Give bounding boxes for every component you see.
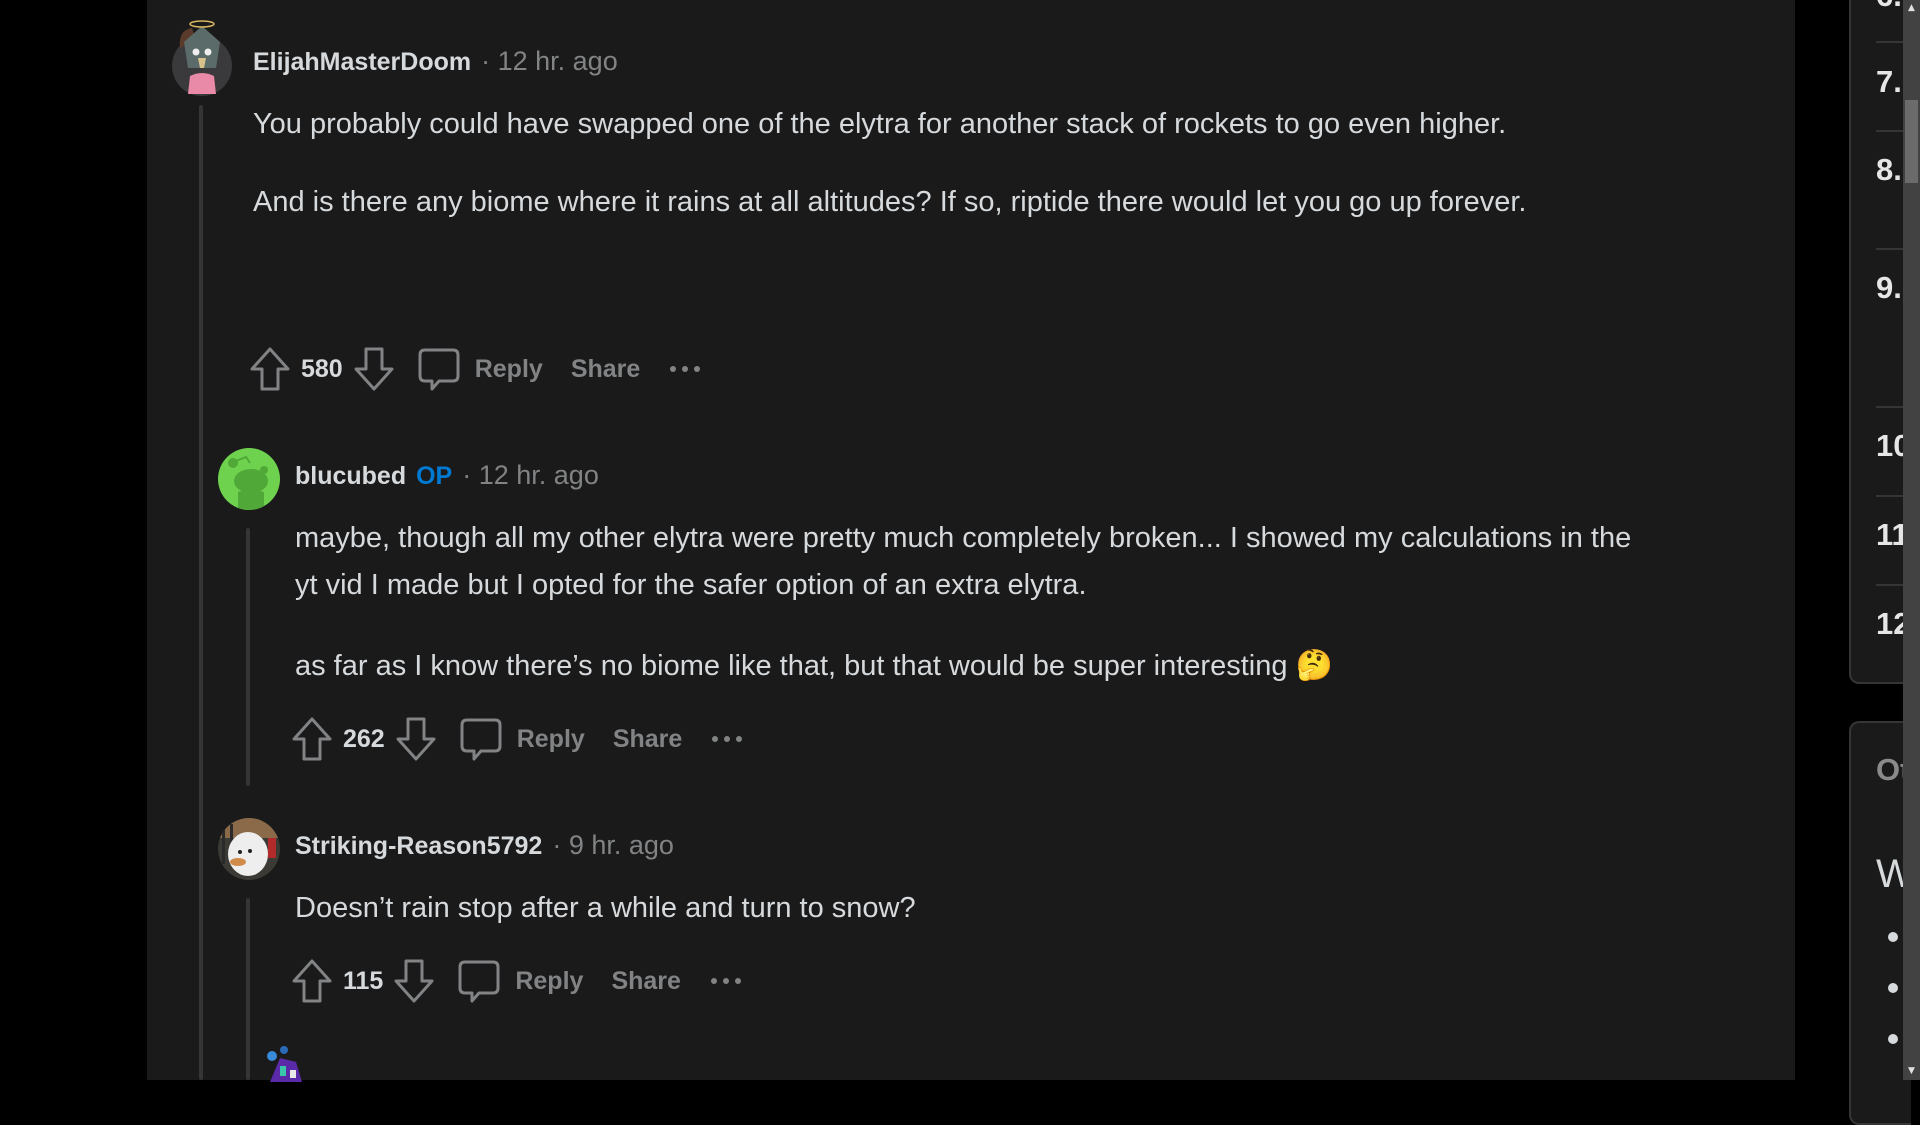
vote-count: 115 xyxy=(343,966,384,995)
op-badge: OP xyxy=(416,462,453,490)
comment-header: Striking-Reason5792 · 9 hr. ago xyxy=(295,830,674,861)
share-button[interactable]: Share xyxy=(613,725,682,754)
comment-paragraph: maybe, though all my other elytra were p… xyxy=(295,522,1632,601)
username[interactable]: Striking-Reason5792 xyxy=(295,832,542,861)
timestamp[interactable]: · 12 hr. ago xyxy=(481,46,618,77)
comment-body: maybe, though all my other elytra were p… xyxy=(295,515,1635,690)
comment-actions: 115 Reply Share xyxy=(291,956,741,1006)
thread-line-1[interactable] xyxy=(199,105,203,1080)
downvote-icon[interactable] xyxy=(353,346,395,392)
rank-number[interactable]: 6. xyxy=(1876,0,1902,14)
upvote-icon[interactable] xyxy=(249,346,291,392)
sidebar-card-list xyxy=(1849,0,1911,684)
reply-label: Reply xyxy=(516,724,585,753)
downvote-icon[interactable] xyxy=(395,716,437,762)
more-options-icon[interactable] xyxy=(710,978,741,984)
upvote-icon[interactable] xyxy=(291,716,333,762)
scroll-down-arrow-icon[interactable]: ▼ xyxy=(1903,1063,1920,1080)
thread-line-3[interactable] xyxy=(246,898,250,1080)
username[interactable]: ElijahMasterDoom xyxy=(253,48,471,77)
share-button[interactable]: Share xyxy=(571,355,640,384)
thinking-face-icon: 🤔 xyxy=(1295,649,1333,682)
reply-label: Reply xyxy=(515,966,584,995)
comment-bubble-icon xyxy=(418,348,460,391)
avatar-snoo-green-icon xyxy=(228,455,268,510)
page-scrollbar[interactable]: ▲ ▼ xyxy=(1903,0,1920,1080)
thread-line-2[interactable] xyxy=(246,528,250,786)
scroll-thumb[interactable] xyxy=(1905,100,1918,183)
scroll-up-arrow-icon[interactable]: ▲ xyxy=(1903,0,1920,17)
comment-bubble-icon xyxy=(458,960,500,1003)
vote-count: 580 xyxy=(301,354,343,383)
comment-paragraph-with-emoji: as far as I know there’s no biome like t… xyxy=(295,642,1635,690)
comment-paragraph: as far as I know there’s no biome like t… xyxy=(295,650,1288,682)
avatar[interactable] xyxy=(218,448,280,510)
upvote-icon[interactable] xyxy=(291,958,333,1004)
comment-actions: 580 Reply Share xyxy=(249,344,701,394)
comment-paragraph: Doesn’t rain stop after a while and turn… xyxy=(295,892,916,924)
comment-header: blucubed OP · 12 hr. ago xyxy=(295,460,599,491)
comment-body: Doesn’t rain stop after a while and turn… xyxy=(295,885,1635,932)
timestamp[interactable]: · 9 hr. ago xyxy=(552,830,674,861)
reply-button[interactable]: Reply xyxy=(457,958,583,1004)
more-options-icon[interactable] xyxy=(670,366,701,372)
share-button[interactable]: Share xyxy=(611,967,680,996)
avatar[interactable] xyxy=(218,818,280,880)
reply-button[interactable]: Reply xyxy=(417,346,543,392)
comment-header: ElijahMasterDoom · 12 hr. ago xyxy=(253,46,618,77)
bullet xyxy=(1888,983,1898,993)
comment-body: You probably could have swapped one of t… xyxy=(253,101,1633,226)
reply-label: Reply xyxy=(474,354,543,383)
comment-actions: 262 Reply Share xyxy=(291,714,743,764)
username[interactable]: blucubed xyxy=(295,462,406,491)
vote-count: 262 xyxy=(343,724,385,753)
more-options-icon[interactable] xyxy=(712,736,743,742)
timestamp[interactable]: · 12 hr. ago xyxy=(462,460,599,491)
rank-number[interactable]: 9. xyxy=(1876,270,1902,306)
avatar-elijah-icon xyxy=(172,20,232,96)
rank-number[interactable]: 7. xyxy=(1876,64,1902,100)
rank-number[interactable]: 8. xyxy=(1876,152,1902,188)
avatar-dog-icon xyxy=(218,818,280,876)
comment-paragraph: You probably could have swapped one of t… xyxy=(253,108,1507,140)
comment-paragraph: And is there any biome where it rains at… xyxy=(253,186,1527,218)
downvote-icon[interactable] xyxy=(393,958,435,1004)
avatar-partial-icon xyxy=(267,1046,302,1082)
bullet xyxy=(1888,932,1898,942)
avatar[interactable] xyxy=(262,1042,322,1082)
comment-bubble-icon xyxy=(460,718,502,761)
reply-button[interactable]: Reply xyxy=(459,716,585,762)
bullet xyxy=(1888,1034,1898,1044)
avatar[interactable] xyxy=(170,18,234,96)
